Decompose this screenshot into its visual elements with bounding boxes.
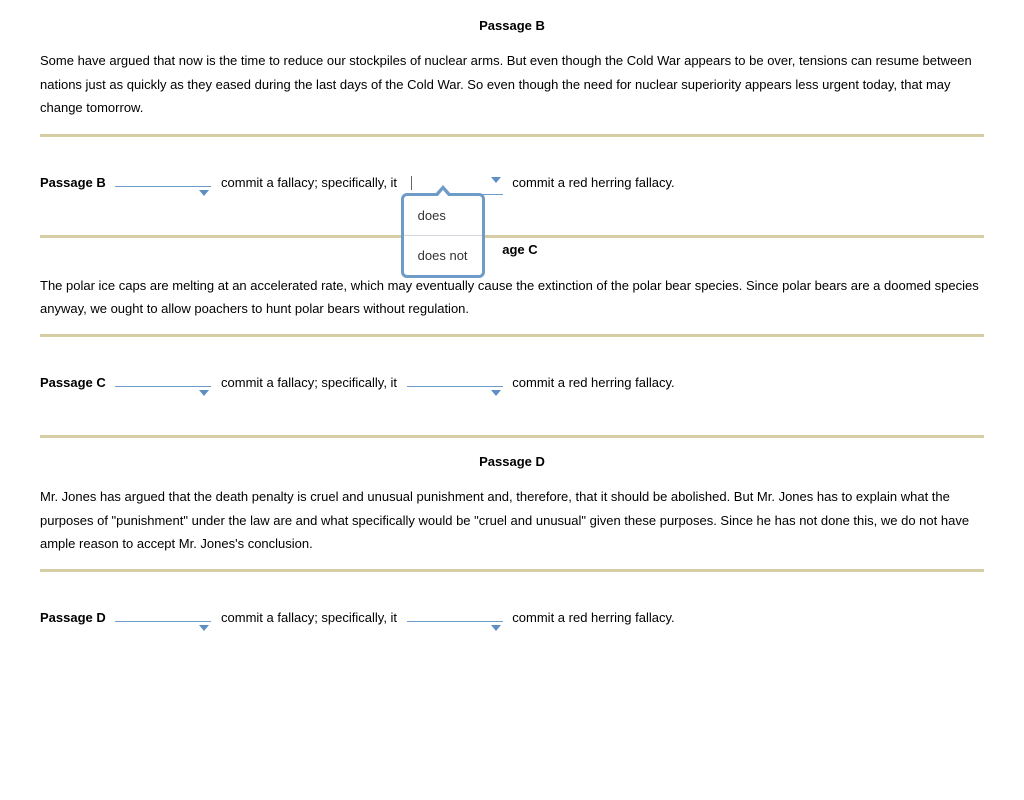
dropdown-c1[interactable] <box>115 386 211 387</box>
divider <box>40 435 984 438</box>
question-fragment: commit a red herring fallacy. <box>512 375 674 390</box>
divider <box>40 134 984 137</box>
question-label: Passage D <box>40 610 106 625</box>
dropdown-menu: does does not <box>401 193 485 279</box>
dropdown-c2[interactable] <box>407 386 503 387</box>
dropdown-option-does[interactable]: does <box>404 196 482 235</box>
passage-heading: Passage B <box>40 14 984 37</box>
question-fragment: commit a fallacy; specifically, it <box>221 175 397 190</box>
dropdown-d2[interactable] <box>407 621 503 622</box>
question-row-b: Passage B commit a fallacy; specifically… <box>40 171 984 196</box>
divider <box>40 334 984 337</box>
question-row-d: Passage D commit a fallacy; specifically… <box>40 606 984 629</box>
caret-down-icon <box>491 177 501 183</box>
question-fragment: commit a fallacy; specifically, it <box>221 610 397 625</box>
passage-heading: Paage C <box>40 238 984 261</box>
question-fragment: commit a fallacy; specifically, it <box>221 375 397 390</box>
caret-down-icon <box>199 625 209 631</box>
question-label: Passage C <box>40 375 106 390</box>
question-fragment: commit a red herring fallacy. <box>512 175 674 190</box>
passage-text: Mr. Jones has argued that the death pena… <box>40 485 984 555</box>
caret-down-icon <box>199 390 209 396</box>
question-row-c: Passage C commit a fallacy; specifically… <box>40 371 984 394</box>
dropdown-b1[interactable] <box>115 186 211 187</box>
dropdown-b2[interactable] <box>407 173 503 196</box>
passage-text: The polar ice caps are melting at an acc… <box>40 274 984 321</box>
dropdown-option-does-not[interactable]: does not <box>404 235 482 275</box>
divider <box>40 569 984 572</box>
question-fragment: commit a red herring fallacy. <box>512 610 674 625</box>
dropdown-d1[interactable] <box>115 621 211 622</box>
question-label: Passage B <box>40 175 106 190</box>
caret-down-icon <box>199 190 209 196</box>
caret-down-icon <box>491 390 501 396</box>
passage-heading: Passage D <box>40 450 984 473</box>
passage-text: Some have argued that now is the time to… <box>40 49 984 119</box>
caret-down-icon <box>491 625 501 631</box>
